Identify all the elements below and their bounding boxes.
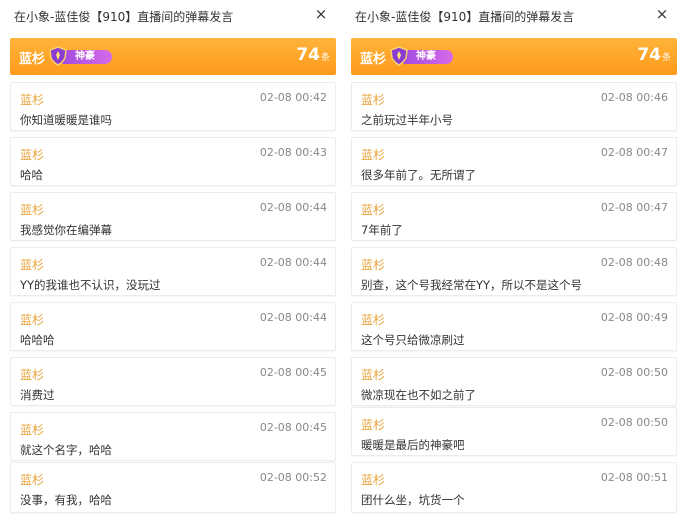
message-username[interactable]: 蓝杉	[361, 201, 385, 218]
header-username: 蓝杉	[360, 52, 387, 67]
list-item: 蓝杉 02-08 00:51 团什么坐，坑货一个	[351, 462, 677, 513]
message-username[interactable]: 蓝杉	[361, 311, 385, 328]
message-time: 02-08 00:47	[600, 201, 668, 214]
message-text: 我感觉你在编弹幕	[20, 223, 112, 237]
user-header: 蓝杉 神豪 74条	[10, 38, 336, 75]
list-item: 蓝杉 02-08 00:48 别查，这个号我经常在YY，所以不是这个号	[351, 247, 677, 296]
message-text: 你知道暖暖是谁吗	[20, 113, 112, 127]
message-time: 02-08 00:45	[259, 421, 327, 434]
message-text: 哈哈	[20, 168, 43, 182]
message-username[interactable]: 蓝杉	[361, 366, 385, 383]
message-count: 74条	[637, 45, 671, 65]
list-item: 蓝杉 02-08 00:50 微凉现在也不如之前了	[351, 357, 677, 406]
badge-label: 神豪	[416, 51, 436, 62]
message-username[interactable]: 蓝杉	[20, 311, 44, 328]
message-username[interactable]: 蓝杉	[20, 201, 44, 218]
header-username: 蓝杉	[19, 52, 46, 67]
message-text: 哈哈哈	[20, 333, 55, 347]
message-username[interactable]: 蓝杉	[20, 421, 44, 438]
message-time: 02-08 00:46	[600, 91, 668, 104]
list-item: 蓝杉 02-08 00:50 暖暖是最后的神豪吧	[351, 407, 677, 456]
panel-titlebar: 在小象-蓝佳俊【910】直播间的弹幕发言 ×	[341, 0, 677, 31]
message-username[interactable]: 蓝杉	[361, 146, 385, 163]
message-text: 这个号只给微凉刷过	[361, 333, 465, 347]
message-time: 02-08 00:48	[600, 256, 668, 269]
list-item: 蓝杉 02-08 00:43 哈哈	[10, 137, 336, 186]
count-unit: 条	[320, 53, 330, 63]
panel-titlebar: 在小象-蓝佳俊【910】直播间的弹幕发言 ×	[0, 0, 336, 31]
badge-ribbon: 神豪	[62, 50, 112, 64]
message-text: 团什么坐，坑货一个	[361, 493, 465, 507]
message-time: 02-08 00:49	[600, 311, 668, 324]
rank-badge: 神豪	[48, 46, 114, 66]
list-item: 蓝杉 02-08 00:52 没事，有我，哈哈	[10, 462, 336, 513]
message-count: 74条	[296, 45, 330, 65]
shield-icon	[49, 46, 67, 66]
count-number: 74	[296, 45, 320, 65]
list-item: 蓝杉 02-08 00:47 很多年前了。无所谓了	[351, 137, 677, 186]
message-username[interactable]: 蓝杉	[361, 256, 385, 273]
danmaku-panel-right: 在小象-蓝佳俊【910】直播间的弹幕发言 × 蓝杉 神豪 74条 蓝杉 02-0…	[341, 0, 677, 515]
message-username[interactable]: 蓝杉	[361, 416, 385, 433]
message-text: 微凉现在也不如之前了	[361, 388, 476, 402]
panel-title: 在小象-蓝佳俊【910】直播间的弹幕发言	[355, 10, 575, 24]
list-item: 蓝杉 02-08 00:42 你知道暖暖是谁吗	[10, 82, 336, 131]
count-number: 74	[637, 45, 661, 65]
close-icon[interactable]: ×	[653, 5, 671, 23]
rank-badge: 神豪	[389, 46, 455, 66]
message-text: 很多年前了。无所谓了	[361, 168, 476, 182]
message-username[interactable]: 蓝杉	[20, 366, 44, 383]
list-item: 蓝杉 02-08 00:45 消费过	[10, 357, 336, 406]
list-item: 蓝杉 02-08 00:47 7年前了	[351, 192, 677, 241]
message-text: 就这个名字，哈哈	[20, 443, 112, 457]
message-text: 消费过	[20, 388, 55, 402]
message-time: 02-08 00:44	[259, 311, 327, 324]
message-time: 02-08 00:45	[259, 366, 327, 379]
message-time: 02-08 00:43	[259, 146, 327, 159]
close-icon[interactable]: ×	[312, 5, 330, 23]
shield-icon	[390, 46, 408, 66]
danmaku-panel-left: 在小象-蓝佳俊【910】直播间的弹幕发言 × 蓝杉 神豪 74条 蓝杉 02-0…	[0, 0, 336, 515]
message-time: 02-08 00:44	[259, 256, 327, 269]
message-text: YY的我谁也不认识，没玩过	[20, 278, 161, 292]
message-username[interactable]: 蓝杉	[20, 146, 44, 163]
message-text: 别查，这个号我经常在YY，所以不是这个号	[361, 278, 583, 292]
message-time: 02-08 00:50	[600, 416, 668, 429]
list-item: 蓝杉 02-08 00:44 我感觉你在编弹幕	[10, 192, 336, 241]
message-username[interactable]: 蓝杉	[20, 256, 44, 273]
list-item: 蓝杉 02-08 00:44 YY的我谁也不认识，没玩过	[10, 247, 336, 296]
message-username[interactable]: 蓝杉	[361, 91, 385, 108]
message-time: 02-08 00:51	[600, 471, 668, 484]
message-text: 7年前了	[361, 223, 403, 237]
message-text: 之前玩过半年小号	[361, 113, 453, 127]
message-time: 02-08 00:52	[259, 471, 327, 484]
message-time: 02-08 00:44	[259, 201, 327, 214]
message-text: 没事，有我，哈哈	[20, 493, 112, 507]
count-unit: 条	[661, 53, 671, 63]
message-username[interactable]: 蓝杉	[20, 91, 44, 108]
list-item: 蓝杉 02-08 00:44 哈哈哈	[10, 302, 336, 351]
panel-title: 在小象-蓝佳俊【910】直播间的弹幕发言	[14, 10, 234, 24]
badge-ribbon: 神豪	[403, 50, 453, 64]
message-text: 暖暖是最后的神豪吧	[361, 438, 465, 452]
message-time: 02-08 00:50	[600, 366, 668, 379]
list-item: 蓝杉 02-08 00:45 就这个名字，哈哈	[10, 412, 336, 461]
message-username[interactable]: 蓝杉	[20, 471, 44, 488]
message-time: 02-08 00:42	[259, 91, 327, 104]
message-username[interactable]: 蓝杉	[361, 471, 385, 488]
list-item: 蓝杉 02-08 00:46 之前玩过半年小号	[351, 82, 677, 131]
list-item: 蓝杉 02-08 00:49 这个号只给微凉刷过	[351, 302, 677, 351]
message-time: 02-08 00:47	[600, 146, 668, 159]
user-header: 蓝杉 神豪 74条	[351, 38, 677, 75]
badge-label: 神豪	[75, 51, 95, 62]
